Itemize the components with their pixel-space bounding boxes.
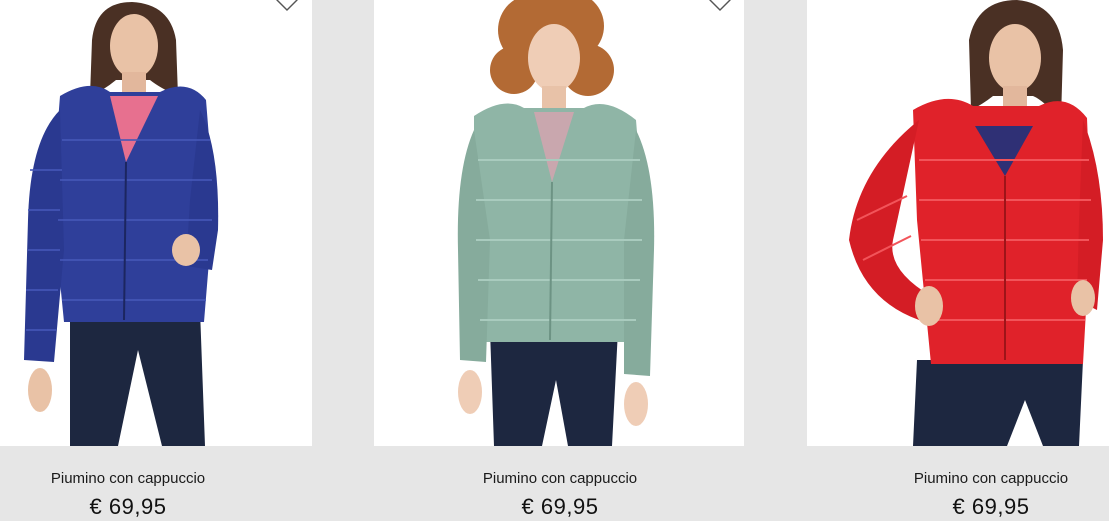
product-image[interactable] <box>0 0 312 446</box>
product-price: € 69,95 <box>952 494 1030 519</box>
product-price: € 69,95 <box>89 494 167 519</box>
product-name[interactable]: Piumino con cappuccio <box>430 470 690 487</box>
product-image[interactable] <box>374 0 744 446</box>
product-price: € 69,95 <box>521 494 599 519</box>
product-name[interactable]: Piumino con cappuccio <box>0 470 258 487</box>
product-name[interactable]: Piumino con cappuccio <box>861 470 1109 487</box>
wishlist-heart-icon[interactable] <box>707 0 733 12</box>
wishlist-heart-icon[interactable] <box>274 0 300 12</box>
product-image[interactable] <box>807 0 1109 446</box>
